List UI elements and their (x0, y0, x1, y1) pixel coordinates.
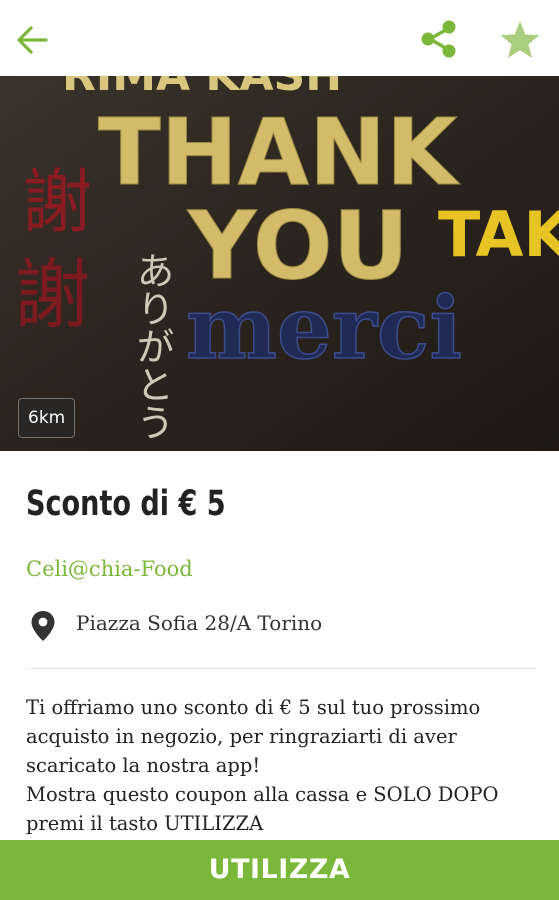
address-text: Piazza Sofia 28/A Torino (76, 611, 323, 635)
description-line: Mostra questo coupon alla cassa e SOLO D… (26, 783, 499, 806)
hero-text-take: TAKE (438, 198, 559, 271)
merchant-link[interactable]: Celi@chia-Food (26, 557, 193, 581)
hero-text-thank: THANK (98, 99, 461, 206)
arrow-left-icon[interactable] (12, 20, 52, 60)
star-icon[interactable] (498, 18, 542, 62)
description-line: acquisto in negozio, per ringraziarti di… (26, 725, 457, 748)
top-bar (0, 0, 559, 76)
hero-text-merci: merci (186, 278, 462, 379)
description-line: scaricato la nostra app! (26, 754, 261, 777)
address-row[interactable]: Piazza Sofia 28/A Torino (26, 608, 536, 642)
use-coupon-button[interactable]: UTILIZZA (0, 840, 559, 900)
offer-title: Sconto di € 5 (26, 484, 226, 524)
location-pin-icon (30, 610, 56, 642)
hero-text-kana: ありがとう (130, 251, 174, 441)
description-line: Ti offriamo uno sconto di € 5 sul tuo pr… (26, 696, 481, 719)
hero-text-kanji-1: 謝 (22, 161, 92, 243)
offer-image: RIMA KASH THANK YOU TAKE merci 謝 謝 ありがとう (0, 76, 559, 451)
divider (26, 668, 536, 669)
distance-badge: 6km (18, 398, 76, 438)
hero-text-top: RIMA KASH (62, 76, 342, 101)
hero-text-kanji-2: 謝 (14, 250, 90, 339)
offer-description: Ti offriamo uno sconto di € 5 sul tuo pr… (26, 693, 546, 838)
description-line: premi il tasto UTILIZZA (26, 812, 264, 835)
share-icon[interactable] (418, 18, 460, 60)
